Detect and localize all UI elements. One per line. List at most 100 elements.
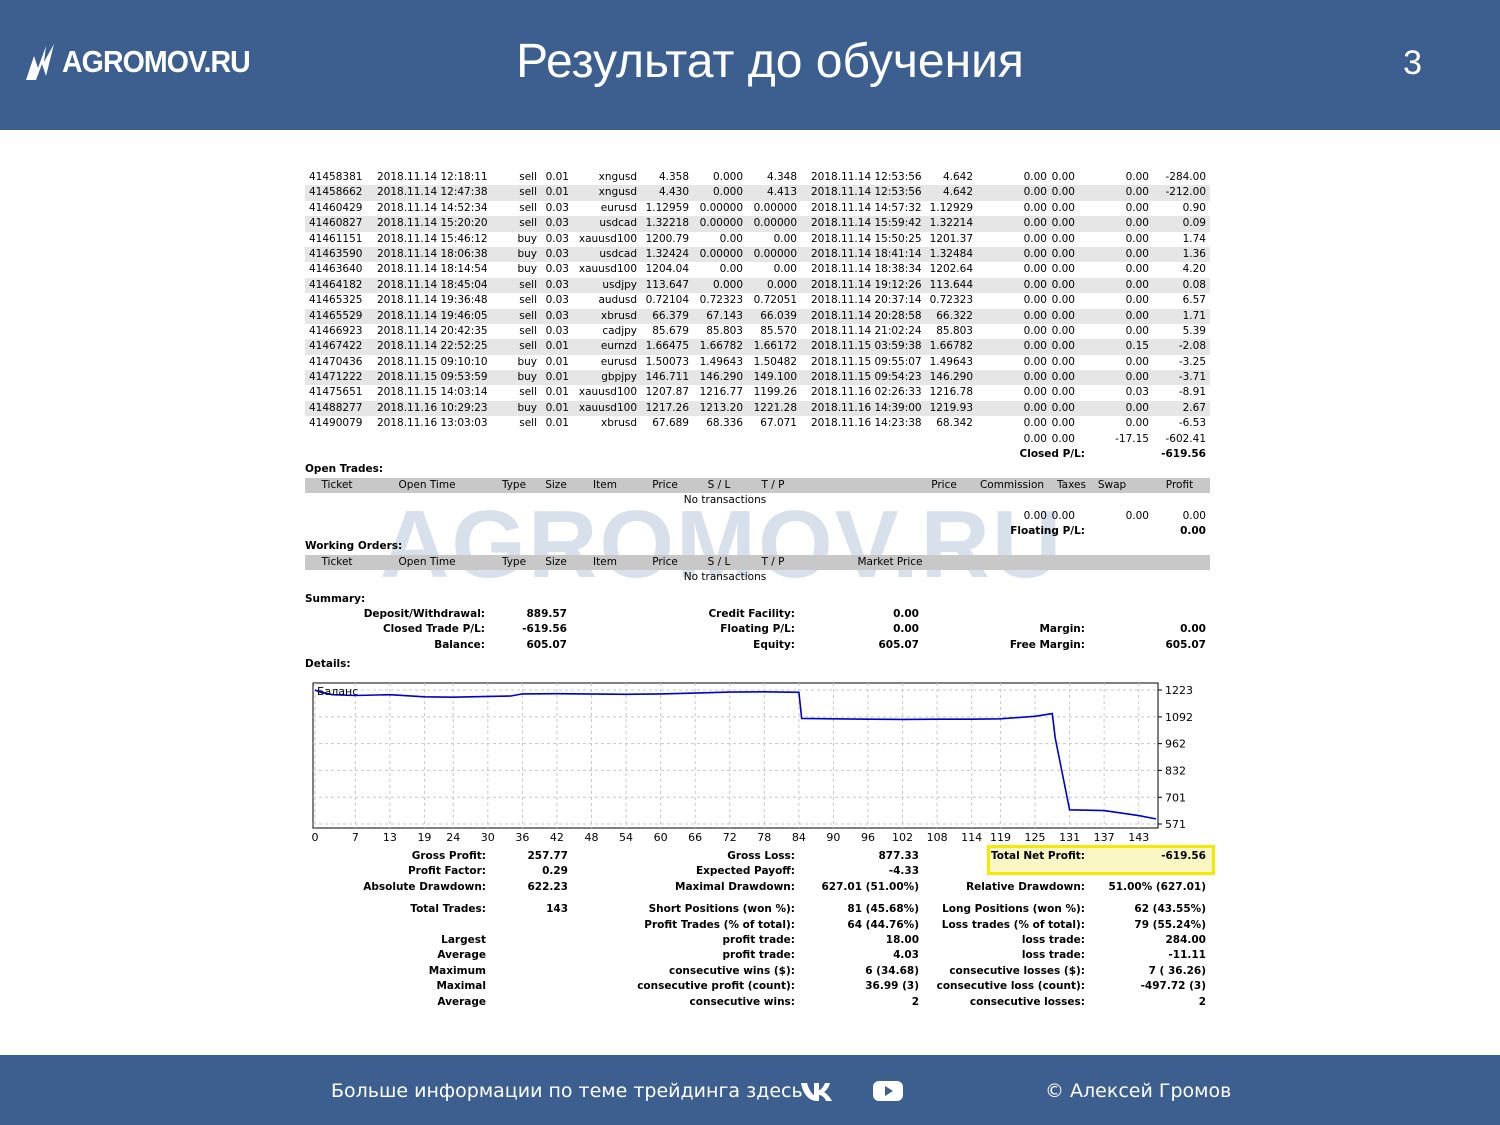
table-cell: 0.00: [1125, 509, 1149, 522]
table-cell: 0.00: [1051, 278, 1075, 291]
table-cell: 2018.11.14 18:06:38: [377, 247, 488, 260]
table-cell: 0.03: [545, 278, 569, 291]
floating-pl-label: Floating P/L:: [1010, 524, 1085, 537]
footer-bar: Больше информации по теме трейдинга здес…: [0, 1055, 1500, 1125]
table-cell: 0.00: [1125, 171, 1149, 183]
table-cell: 2018.11.14 18:41:14: [811, 247, 922, 260]
table-cell: 0.15: [1125, 340, 1149, 353]
table-cell: xauusd100: [578, 386, 637, 399]
table-cell: 0.00: [1051, 247, 1075, 260]
table-cell: 0.01: [545, 186, 569, 199]
table-cell: 0.00: [1023, 509, 1047, 522]
stats-row: Largest profit trade: 18.00 loss trade: 284.…: [305, 933, 1210, 948]
table-cell: 41488277: [309, 401, 363, 414]
youtube-icon[interactable]: [872, 1079, 904, 1103]
table-cell: 0.01: [545, 340, 569, 353]
footer-more-link[interactable]: Больше информации по теме трейдинга здес…: [331, 1080, 803, 1102]
x-tick-label: 137: [1094, 831, 1115, 844]
table-cell: 0.00: [1182, 509, 1206, 522]
table-cell: 0.00: [1023, 201, 1047, 214]
table-cell: 41467422: [309, 340, 363, 353]
table-cell: 1207.87: [645, 386, 689, 399]
section-title: Working Orders:: [305, 540, 403, 553]
table-cell: 1.66782: [699, 340, 743, 353]
table-cell: 41460429: [309, 201, 363, 214]
stats-row: Maximum consecutive wins ($): 6 (34.68) con…: [305, 964, 1210, 979]
table-cell: 0.90: [1182, 201, 1206, 214]
details-stats: Gross Profit: 257.77 Gross Loss: 877.33 Tota…: [305, 845, 1215, 1010]
table-cell: 2018.11.14 18:38:34: [811, 263, 922, 276]
stat-rel-dd-label: Relative Drawdown:: [966, 880, 1085, 893]
table-cell: 2018.11.15 09:53:59: [377, 371, 488, 384]
stat-total-trades: 143: [546, 903, 568, 916]
table-cell: 0.03: [545, 263, 569, 276]
summary-deposit-value: 889.57: [526, 607, 567, 620]
table-cell: 66.379: [652, 309, 689, 322]
table-cell: usdjpy: [602, 278, 637, 291]
summary-margin-label: Margin:: [1039, 623, 1085, 636]
table-cell: 2018.11.16 02:26:33: [811, 386, 922, 399]
table-cell: 0.03: [545, 247, 569, 260]
summary-row: Deposit/Withdrawal: 889.57 Credit Facility…: [305, 607, 1210, 622]
stats-row: Total Trades: 143 Short Positions (won %):…: [305, 902, 1210, 917]
summary-free-margin-value: 605.07: [1165, 638, 1206, 651]
table-cell: 2018.11.14 18:14:54: [377, 263, 488, 276]
x-tick-label: 114: [961, 831, 982, 844]
table-cell: 113.644: [929, 278, 973, 291]
table-cell: 66.039: [760, 309, 797, 322]
stat-maximal-cl-label: consecutive loss (count):: [936, 980, 1085, 993]
table-cell: eurusd: [600, 201, 637, 214]
table-cell: 2018.11.14 18:45:04: [377, 278, 488, 291]
table-row: 41470436 2018.11.15 09:10:10 buy 0.01 eurusd…: [305, 355, 1210, 370]
x-tick-label: 66: [688, 831, 702, 844]
table-cell: 0.00: [1051, 294, 1075, 307]
x-tick-label: 125: [1025, 831, 1046, 844]
table-cell: sell: [519, 309, 537, 322]
table-cell: -602.41: [1165, 432, 1206, 445]
summary-equity-value: 605.07: [878, 638, 919, 651]
table-cell: 1.32484: [929, 247, 973, 260]
table-cell: 0.00: [719, 263, 743, 276]
column-header: S / L: [707, 478, 731, 491]
column-header: Type: [501, 478, 527, 491]
stat-profit-trades-label: Profit Trades (% of total):: [644, 918, 795, 931]
table-cell: 41464182: [309, 278, 363, 291]
column-header: Taxes: [1057, 478, 1086, 491]
stats-row: Profit Trades (% of total): 64 (44.76%) Lo…: [305, 918, 1210, 933]
x-tick-label: 36: [515, 831, 529, 844]
column-header: Open Time: [398, 555, 456, 568]
table-cell: 85.570: [760, 324, 797, 337]
stat-average-label: Average: [437, 949, 486, 962]
table-cell: 2018.11.15 14:03:14: [377, 386, 488, 399]
x-tick-label: 19: [417, 831, 431, 844]
column-header: T / P: [761, 478, 785, 491]
table-cell: 2018.11.16 13:03:03: [377, 417, 488, 430]
table-cell: 0.00: [1023, 355, 1047, 368]
table-cell: 0.00: [773, 232, 797, 245]
table-cell: 1.12959: [645, 201, 689, 214]
table-cell: 0.00: [1125, 417, 1149, 430]
closed-pl-value: -619.56: [1161, 448, 1206, 461]
table-cell: 1.50073: [645, 355, 689, 368]
table-cell: gbpjpy: [601, 371, 637, 384]
table-cell: eurnzd: [600, 340, 637, 353]
table-row: 41465529 2018.11.14 19:46:05 sell 0.03 xbrus…: [305, 308, 1210, 324]
table-cell: 41465529: [309, 309, 363, 322]
stat-maximum-label: Maximum: [428, 964, 486, 977]
column-header: Item: [593, 555, 617, 568]
summary-closed-label: Closed Trade P/L:: [382, 623, 485, 636]
table-row: 41464182 2018.11.14 18:45:04 sell 0.03 usdjp…: [305, 277, 1210, 294]
stat-gross-loss-label: Gross Loss:: [727, 850, 795, 862]
vk-icon[interactable]: [800, 1077, 836, 1105]
table-cell: 2.67: [1182, 401, 1206, 414]
summary-closed-value: -619.56: [522, 623, 567, 636]
summary-balance-label: Balance:: [434, 638, 485, 651]
table-cell: 0.72104: [645, 294, 689, 307]
x-tick-label: 102: [892, 831, 913, 844]
table-cell: 0.00000: [753, 217, 797, 230]
stat-average-lt: -11.11: [1168, 949, 1206, 962]
table-cell: 113.647: [645, 278, 689, 291]
table-row: 41460827 2018.11.14 15:20:20 sell 0.03 usdca…: [305, 216, 1210, 232]
column-header: Profit: [1165, 478, 1194, 491]
table-cell: 41466923: [309, 324, 363, 337]
